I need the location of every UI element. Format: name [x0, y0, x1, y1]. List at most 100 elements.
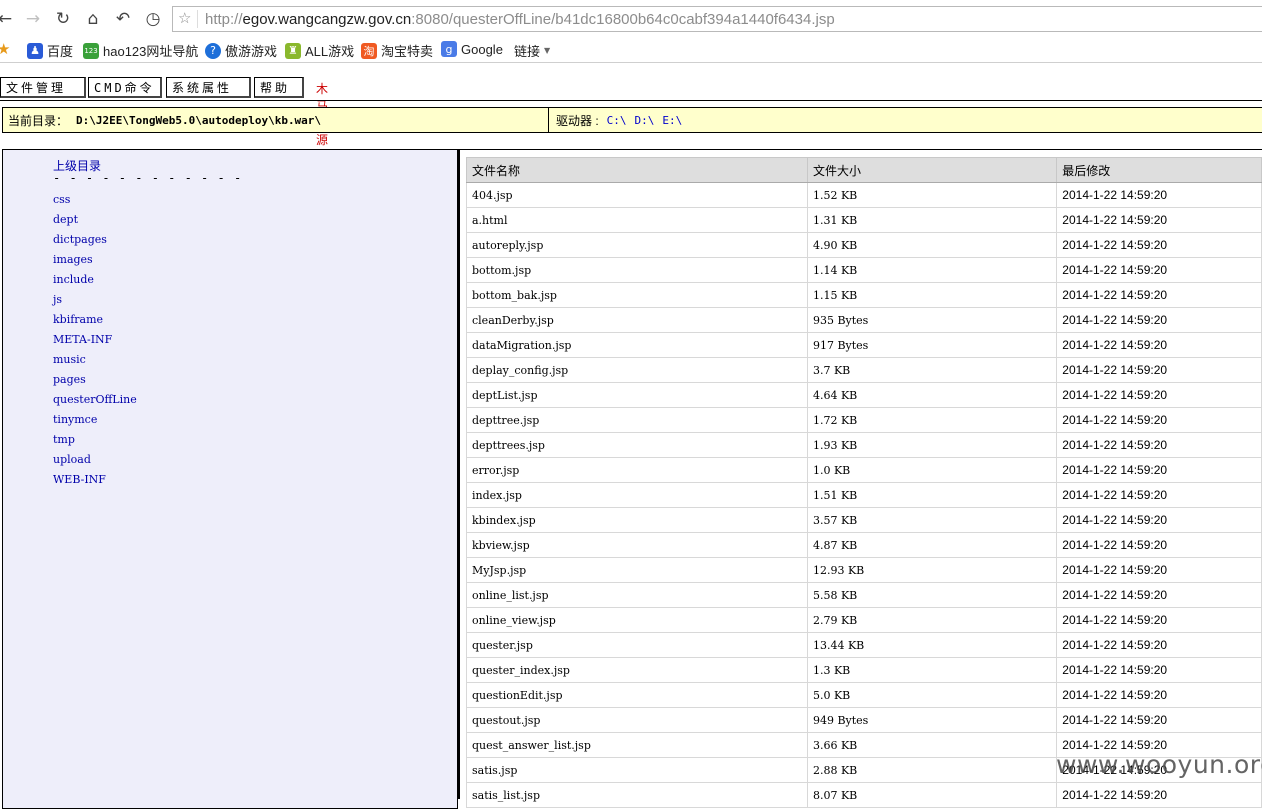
- file-name-cell[interactable]: kbview.jsp: [466, 532, 808, 558]
- file-name-cell[interactable]: dataMigration.jsp: [466, 332, 808, 358]
- file-name-cell[interactable]: index.jsp: [466, 482, 808, 508]
- file-size-cell: 2.88 KB: [806, 757, 1058, 783]
- table-row: quester_index.jsp 1.3 KB 2014-1-22 14:59:2…: [466, 657, 1262, 683]
- file-name-cell[interactable]: autoreply.jsp: [466, 232, 808, 258]
- file-date-cell: 2014-1-22 14:59:20: [1056, 432, 1262, 458]
- bookmark-links-menu[interactable]: 链接 ▼: [514, 41, 550, 60]
- address-url[interactable]: http://egov.wangcangzw.gov.cn:8080/quest…: [205, 11, 835, 28]
- file-name-cell[interactable]: kbindex.jsp: [466, 507, 808, 533]
- file-name-cell[interactable]: deptList.jsp: [466, 382, 808, 408]
- folder-link[interactable]: kbiframe: [53, 313, 103, 326]
- file-date-cell: 2014-1-22 14:59:20: [1056, 307, 1262, 333]
- file-table: 文件名称 文件大小 最后修改 404.jsp 1.52 KB 2014-1-22 1…: [466, 157, 1262, 808]
- header-file-name[interactable]: 文件名称: [466, 157, 808, 183]
- question-circle-icon: ?: [205, 42, 221, 59]
- bookmark-baidu[interactable]: ♟ 百度: [27, 41, 73, 60]
- cmd-command-button[interactable]: CMD命令: [88, 77, 162, 98]
- folder-link[interactable]: tmp: [53, 433, 75, 446]
- refresh-icon[interactable]: ↻: [52, 8, 74, 30]
- file-size-cell: 1.3 KB: [806, 657, 1058, 683]
- file-name-cell[interactable]: satis_list.jsp: [466, 782, 808, 808]
- file-name-cell[interactable]: quest_answer_list.jsp: [466, 732, 808, 758]
- file-name-cell[interactable]: online_view.jsp: [466, 607, 808, 633]
- file-date-cell: 2014-1-22 14:59:20: [1056, 257, 1262, 283]
- folder-link[interactable]: META-INF: [53, 333, 112, 346]
- paw-icon: ♟: [27, 42, 43, 59]
- hao123-icon: 123: [83, 42, 99, 59]
- file-name-cell[interactable]: a.html: [466, 207, 808, 233]
- file-name-cell[interactable]: questionEdit.jsp: [466, 682, 808, 708]
- folder-link[interactable]: dictpages: [53, 233, 107, 246]
- menu-divider: [0, 100, 1262, 101]
- table-row: quester.jsp 13.44 KB 2014-1-22 14:59:20: [466, 632, 1262, 658]
- file-name-cell[interactable]: quester_index.jsp: [466, 657, 808, 683]
- file-name-cell[interactable]: online_list.jsp: [466, 582, 808, 608]
- file-name-cell[interactable]: quester.jsp: [466, 632, 808, 658]
- bookmark-taobao[interactable]: 淘 淘宝特卖: [361, 41, 433, 60]
- bookmark-hao123[interactable]: 123 hao123网址导航: [83, 41, 198, 60]
- table-row: satis_list.jsp 8.07 KB 2014-1-22 14:59:20: [466, 782, 1262, 808]
- file-date-cell: 2014-1-22 14:59:20: [1056, 457, 1262, 483]
- google-icon: g: [441, 41, 457, 57]
- file-date-cell: 2014-1-22 14:59:20: [1056, 357, 1262, 383]
- file-management-button[interactable]: 文件管理: [0, 77, 86, 98]
- file-name-cell[interactable]: bottom_bak.jsp: [466, 282, 808, 308]
- forward-arrow-icon[interactable]: →: [22, 8, 44, 30]
- bookmark-star-icon[interactable]: ☆: [178, 9, 191, 27]
- folder-link[interactable]: css: [53, 193, 70, 206]
- file-name-cell[interactable]: 404.jsp: [466, 182, 808, 208]
- file-name-cell[interactable]: bottom.jsp: [466, 257, 808, 283]
- file-name-cell[interactable]: cleanDerby.jsp: [466, 307, 808, 333]
- back-arrow-icon[interactable]: ←: [0, 8, 16, 30]
- bookmark-google[interactable]: g Google: [441, 41, 503, 57]
- folder-link[interactable]: upload: [53, 453, 91, 466]
- file-name-cell[interactable]: depttree.jsp: [466, 407, 808, 433]
- folder-link[interactable]: questerOffLine: [53, 393, 137, 406]
- file-date-cell: 2014-1-22 14:59:20: [1056, 582, 1262, 608]
- favorites-star-icon[interactable]: ★: [0, 40, 10, 58]
- file-table-body: 404.jsp 1.52 KB 2014-1-22 14:59:20 a.html 1.…: [466, 182, 1262, 808]
- address-separator: [197, 10, 198, 28]
- folder-link[interactable]: images: [53, 253, 93, 266]
- browser-toolbar: ← → ↻ ⌂ ↶ ◷ ☆ http://egov.wangcangzw.gov…: [0, 0, 1262, 38]
- bookmark-all-games[interactable]: ♜ ALL游戏: [285, 41, 354, 60]
- file-name-cell[interactable]: error.jsp: [466, 457, 808, 483]
- bookmark-maxthon-games[interactable]: ? 傲游游戏: [205, 41, 277, 60]
- file-size-cell: 1.93 KB: [806, 432, 1058, 458]
- file-name-cell[interactable]: deplay_config.jsp: [466, 357, 808, 383]
- file-name-cell[interactable]: MyJsp.jsp: [466, 557, 808, 583]
- file-name-cell[interactable]: depttrees.jsp: [466, 432, 808, 458]
- file-date-cell: 2014-1-22 14:59:20: [1056, 782, 1262, 808]
- folder-link[interactable]: pages: [53, 373, 86, 386]
- folder-link[interactable]: tinymce: [53, 413, 97, 426]
- folder-link[interactable]: js: [53, 293, 62, 306]
- file-name-cell[interactable]: satis.jsp: [466, 757, 808, 783]
- file-size-cell: 935 Bytes: [806, 307, 1058, 333]
- file-size-cell: 1.51 KB: [806, 482, 1058, 508]
- file-size-cell: 1.72 KB: [806, 407, 1058, 433]
- home-icon[interactable]: ⌂: [82, 8, 104, 30]
- address-bar[interactable]: ☆ http://egov.wangcangzw.gov.cn:8080/que…: [172, 6, 1262, 32]
- table-row: MyJsp.jsp 12.93 KB 2014-1-22 14:59:20: [466, 557, 1262, 583]
- file-date-cell: 2014-1-22 14:59:20: [1056, 332, 1262, 358]
- folder-link[interactable]: include: [53, 273, 94, 286]
- file-table-header: 文件名称 文件大小 最后修改: [466, 157, 1262, 183]
- history-clock-icon[interactable]: ◷: [142, 8, 164, 30]
- help-button[interactable]: 帮助: [254, 77, 304, 98]
- header-last-modified[interactable]: 最后修改: [1056, 157, 1262, 183]
- drive-e-link[interactable]: E:\: [662, 114, 682, 127]
- file-size-cell: 917 Bytes: [806, 332, 1058, 358]
- folder-link[interactable]: dept: [53, 213, 78, 226]
- watermark: www.wooyun.org: [1056, 750, 1262, 779]
- drive-d-link[interactable]: D:\: [635, 114, 655, 127]
- header-file-size[interactable]: 文件大小: [806, 157, 1058, 183]
- file-name-cell[interactable]: questout.jsp: [466, 707, 808, 733]
- folder-link[interactable]: WEB-INF: [53, 473, 106, 486]
- undo-icon[interactable]: ↶: [112, 8, 134, 30]
- file-date-cell: 2014-1-22 14:59:20: [1056, 557, 1262, 583]
- url-host: egov.wangcangzw.gov.cn: [242, 11, 412, 28]
- file-size-cell: 4.87 KB: [806, 532, 1058, 558]
- system-properties-button[interactable]: 系统属性: [166, 77, 251, 98]
- drive-c-link[interactable]: C:\: [607, 114, 627, 127]
- folder-link[interactable]: music: [53, 353, 86, 366]
